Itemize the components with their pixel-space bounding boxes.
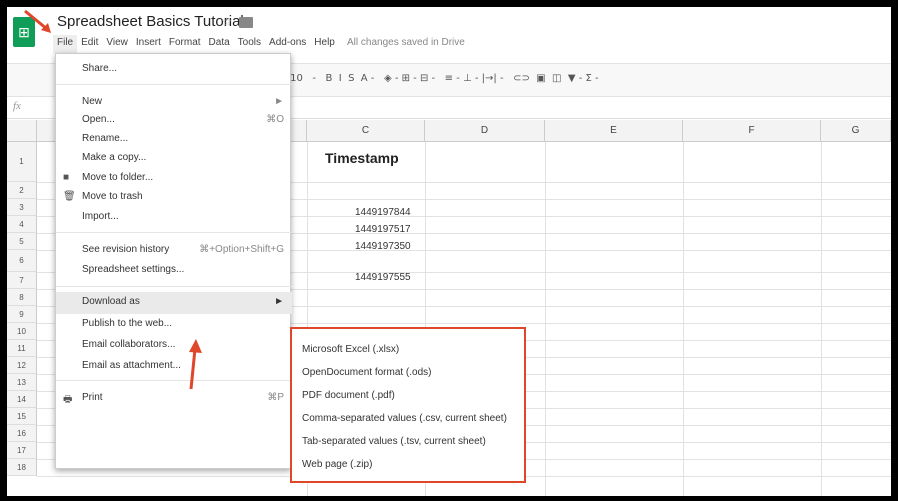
row-header-11[interactable]: 11: [7, 340, 37, 357]
row-header-18[interactable]: 18: [7, 459, 37, 476]
menu-item-download-as[interactable]: Download as ►: [56, 292, 292, 314]
row-header-6[interactable]: 6: [7, 250, 37, 272]
download-submenu: Microsoft Excel (.xlsx) OpenDocument for…: [290, 327, 526, 483]
menu-bar: File Edit View Insert Format Data Tools …: [53, 35, 339, 53]
print-icon: 🖶: [63, 394, 73, 405]
menu-item-move-to-trash[interactable]: 🗑 Move to trash: [56, 187, 292, 207]
menu-item-move-to-folder[interactable]: ■ Move to folder...: [56, 168, 292, 188]
cell-timestamp-header[interactable]: Timestamp: [325, 150, 399, 166]
menu-item-rename[interactable]: Rename...: [56, 129, 292, 149]
annotation-arrow-icon: [189, 339, 202, 390]
folder-icon[interactable]: [239, 17, 253, 28]
menu-view[interactable]: View: [102, 35, 132, 53]
annotation-arrow-icon: [24, 9, 51, 33]
menu-item-revision-history[interactable]: See revision history ⌘+Option+Shift+G: [56, 240, 292, 260]
file-menu: Share... New ► Open... ⌘O Rename... Make a…: [55, 53, 292, 469]
download-csv[interactable]: Comma-separated values (.csv, current sh…: [302, 413, 507, 424]
corner-cell[interactable]: [7, 120, 37, 142]
save-status: All changes saved in Drive: [347, 37, 465, 48]
row-header-14[interactable]: 14: [7, 391, 37, 408]
row-header-4[interactable]: 4: [7, 216, 37, 233]
row-header-9[interactable]: 9: [7, 306, 37, 323]
menu-format[interactable]: Format: [165, 35, 205, 53]
col-header-c[interactable]: C: [307, 120, 425, 142]
download-zip[interactable]: Web page (.zip): [302, 459, 372, 470]
fx-icon: fx: [13, 100, 21, 112]
cell-timestamp[interactable]: 1449197555: [355, 272, 411, 283]
download-xlsx[interactable]: Microsoft Excel (.xlsx): [302, 344, 399, 355]
trash-icon: 🗑: [63, 191, 76, 202]
row-header-3[interactable]: 3: [7, 199, 37, 216]
menu-item-make-copy[interactable]: Make a copy...: [56, 148, 292, 168]
menu-item-open[interactable]: Open... ⌘O: [56, 110, 292, 130]
row-header-17[interactable]: 17: [7, 442, 37, 459]
menu-insert[interactable]: Insert: [132, 35, 165, 53]
row-header-5[interactable]: 5: [7, 233, 37, 250]
row-header-13[interactable]: 13: [7, 374, 37, 391]
menu-item-email-attachment[interactable]: Email as attachment...: [56, 356, 292, 376]
menu-item-spreadsheet-settings[interactable]: Spreadsheet settings...: [56, 260, 292, 280]
menu-tools[interactable]: Tools: [234, 35, 265, 53]
menu-addons[interactable]: Add-ons: [265, 35, 310, 53]
row-header-7[interactable]: 7: [7, 272, 37, 289]
download-pdf[interactable]: PDF document (.pdf): [302, 390, 395, 401]
app-window: ⊞ Spreadsheet Basics Tutorial ☆ File Edi…: [7, 7, 891, 496]
menu-divider: [56, 232, 292, 233]
menu-help[interactable]: Help: [310, 35, 339, 53]
col-header-f[interactable]: F: [683, 120, 821, 142]
row-header-16[interactable]: 16: [7, 425, 37, 442]
menu-data[interactable]: Data: [205, 35, 234, 53]
download-tsv[interactable]: Tab-separated values (.tsv, current shee…: [302, 436, 486, 447]
star-icon[interactable]: ☆: [221, 14, 233, 30]
menu-divider: [56, 380, 292, 381]
row-header-2[interactable]: 2: [7, 182, 37, 199]
menu-file[interactable]: File: [53, 35, 78, 53]
col-header-e[interactable]: E: [545, 120, 683, 142]
menu-item-print[interactable]: 🖶 Print ⌘P: [56, 388, 292, 408]
menu-edit[interactable]: Edit: [77, 35, 102, 53]
col-header-g[interactable]: G: [821, 120, 891, 142]
toolbar-controls[interactable]: - 10 - B I S A - ◈ - ⊞ - ⊟ - ≡ - ⊥ - |→|…: [277, 73, 599, 84]
menu-divider: [56, 84, 292, 85]
menu-divider: [56, 286, 292, 287]
folder-icon: ■: [63, 172, 70, 183]
row-header-10[interactable]: 10: [7, 323, 37, 340]
row-header-8[interactable]: 8: [7, 289, 37, 306]
row-header-1[interactable]: 1: [7, 142, 37, 182]
row-header-12[interactable]: 12: [7, 357, 37, 374]
menu-item-publish[interactable]: Publish to the web...: [56, 314, 292, 334]
menu-item-email-collaborators[interactable]: Email collaborators...: [56, 335, 292, 355]
col-header-d[interactable]: D: [425, 120, 545, 142]
menu-item-new[interactable]: New ►: [56, 92, 292, 112]
document-title[interactable]: Spreadsheet Basics Tutorial: [57, 13, 244, 30]
row-header-15[interactable]: 15: [7, 408, 37, 425]
download-ods[interactable]: OpenDocument format (.ods): [302, 367, 432, 378]
menu-item-share[interactable]: Share...: [56, 59, 292, 79]
menu-item-import[interactable]: Import...: [56, 207, 292, 227]
